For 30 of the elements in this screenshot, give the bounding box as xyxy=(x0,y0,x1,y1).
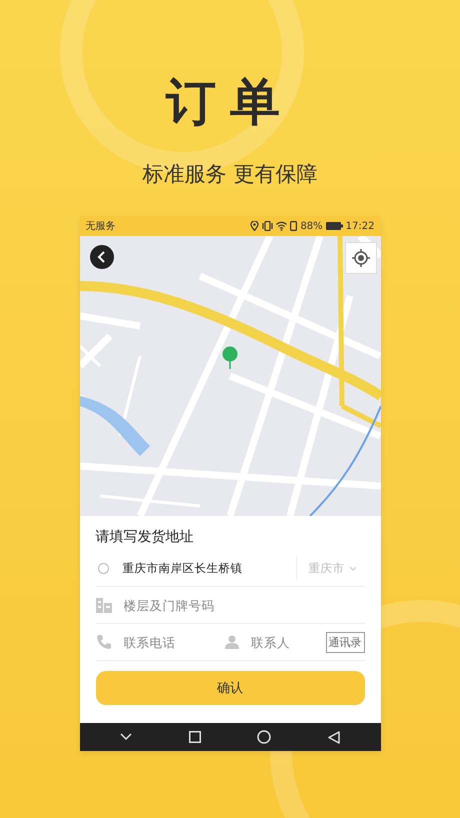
battery-icon xyxy=(326,222,343,230)
crosshair-icon xyxy=(352,249,370,267)
contact-input[interactable]: 联系人 xyxy=(246,634,318,650)
chevron-down-icon[interactable] xyxy=(120,733,132,741)
back-icon[interactable] xyxy=(328,730,340,744)
battery-percent: 88% xyxy=(300,220,323,232)
chevron-down-icon xyxy=(348,566,356,570)
phone-icon xyxy=(96,634,112,650)
chevron-left-icon xyxy=(96,251,106,263)
sim-icon xyxy=(290,221,298,231)
carrier-label: 无服务 xyxy=(86,220,116,233)
location-icon xyxy=(250,221,260,231)
radio-button[interactable] xyxy=(98,562,108,574)
person-icon xyxy=(224,635,239,649)
phone-input[interactable]: 联系电话 xyxy=(120,634,217,650)
home-icon[interactable] xyxy=(257,730,272,744)
locate-button[interactable] xyxy=(344,242,376,274)
address-value[interactable]: 重庆市南岸区长生桥镇 xyxy=(122,560,288,576)
wifi-icon xyxy=(276,221,288,231)
building-icon xyxy=(96,597,112,613)
contacts-button[interactable]: 通讯录 xyxy=(326,632,364,652)
recent-apps-icon[interactable] xyxy=(188,731,201,743)
confirm-button[interactable]: 确认 xyxy=(96,671,364,705)
headline: 订单 xyxy=(166,72,294,132)
floor-input[interactable]: 楼层及门牌号码 xyxy=(120,598,364,612)
form-title: 请填写发货地址 xyxy=(96,528,194,546)
tagline: 标准服务 更有保障 xyxy=(142,161,318,188)
start-pin-icon xyxy=(222,346,238,370)
vibrate-icon xyxy=(262,221,274,231)
status-time: 17:22 xyxy=(346,220,374,232)
